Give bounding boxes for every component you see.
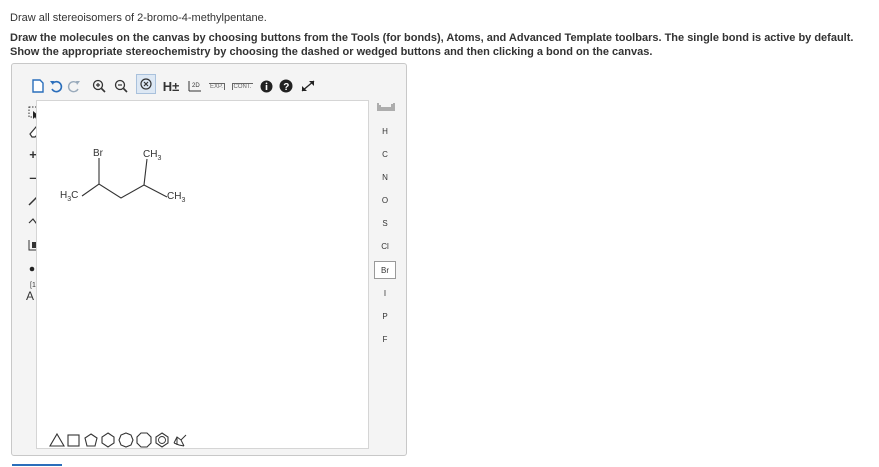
methyl-right-text: CH	[167, 191, 182, 202]
cyclohexane-template-icon[interactable]	[99, 431, 117, 449]
methyl-left-c: C	[71, 190, 79, 201]
atom-button-o[interactable]: O	[374, 192, 396, 210]
methyl-right-subscript: 3	[181, 197, 186, 204]
atom-button-cl[interactable]: Cl	[374, 238, 396, 256]
atom-button-s[interactable]: S	[374, 215, 396, 233]
footer-accent-bar	[12, 464, 62, 466]
bromine-label: Br	[93, 148, 103, 159]
atom-button-c[interactable]: C	[374, 146, 396, 164]
cyclopropane-template-icon[interactable]	[48, 431, 66, 449]
cyclooctane-template-icon[interactable]	[135, 431, 153, 449]
atom-button-p[interactable]: P	[374, 308, 396, 326]
methyl-right-label: CH3	[167, 191, 185, 204]
methyl-top-label: CH3	[143, 149, 161, 162]
chair-template-icon[interactable]	[171, 431, 189, 449]
atom-button-n[interactable]: N	[374, 169, 396, 187]
methyl-left-label: H3C	[60, 190, 78, 203]
atom-button-f[interactable]: F	[374, 331, 396, 349]
atom-button-br[interactable]: Br	[374, 261, 396, 279]
atom-button-i[interactable]: I	[374, 285, 396, 303]
periodic-table-icon[interactable]	[377, 100, 395, 114]
methyl-top-text: CH	[143, 149, 158, 160]
cycloheptane-template-icon[interactable]	[117, 431, 135, 449]
cyclobutane-template-icon[interactable]	[65, 431, 83, 449]
benzene-template-icon[interactable]	[153, 431, 171, 449]
methyl-top-subscript: 3	[157, 155, 162, 162]
molecule-bonds	[81, 158, 168, 199]
cyclopentane-template-icon[interactable]	[82, 431, 100, 449]
atom-button-h[interactable]: H	[374, 123, 396, 141]
